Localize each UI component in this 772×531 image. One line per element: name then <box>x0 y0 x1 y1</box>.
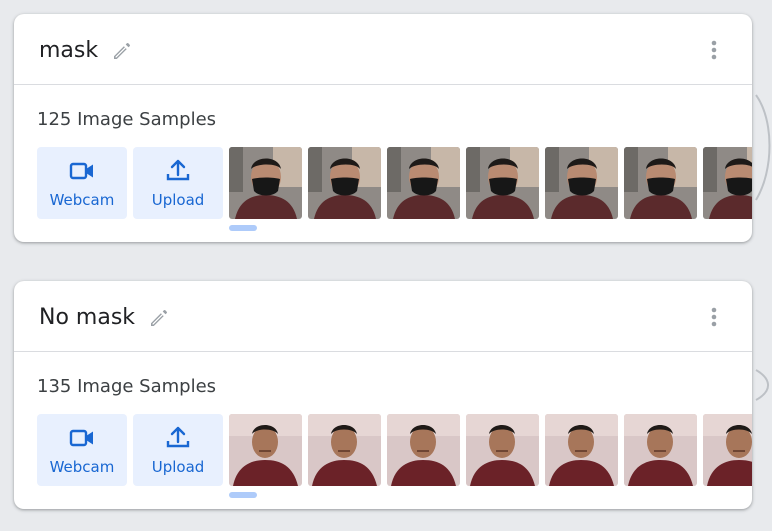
webcam-button-label: Webcam <box>49 191 115 209</box>
class-card-header: mask <box>14 14 752 85</box>
sample-thumbnails[interactable] <box>229 414 752 486</box>
class-name-text: No mask <box>39 305 136 330</box>
webcam-button[interactable]: Webcam <box>37 147 127 219</box>
videocam-icon <box>69 162 93 180</box>
class-card-no-mask: No mask 135 Image Samples Webcam Upload <box>14 281 752 509</box>
sample-thumbnail[interactable] <box>703 414 752 486</box>
class-name-title[interactable]: No mask <box>39 305 171 330</box>
sample-thumbnail[interactable] <box>229 147 302 219</box>
more-vert-icon[interactable] <box>704 38 724 62</box>
sample-thumbnail[interactable] <box>229 414 302 486</box>
upload-button[interactable]: Upload <box>133 414 223 486</box>
sample-count: 135 Image Samples <box>37 376 217 397</box>
thumbnail-scroll-indicator[interactable] <box>229 225 257 231</box>
sample-thumbnail[interactable] <box>624 147 697 219</box>
sample-thumbnail[interactable] <box>308 414 381 486</box>
class-card-mask: mask 125 Image Samples Webcam Upload <box>14 14 752 242</box>
sample-thumbnail[interactable] <box>545 414 618 486</box>
sample-thumbnail[interactable] <box>624 414 697 486</box>
edit-pencil-icon[interactable] <box>147 306 171 330</box>
edit-pencil-icon[interactable] <box>110 39 134 63</box>
class-card-body: 125 Image Samples Webcam Upload <box>14 85 752 242</box>
sample-thumbnail[interactable] <box>703 147 752 219</box>
sample-thumbnail[interactable] <box>308 147 381 219</box>
videocam-icon <box>69 429 93 447</box>
sample-thumbnail[interactable] <box>387 414 460 486</box>
class-card-header: No mask <box>14 281 752 352</box>
sample-thumbnails[interactable] <box>229 147 752 219</box>
webcam-button[interactable]: Webcam <box>37 414 127 486</box>
thumbnail-scroll-indicator[interactable] <box>229 492 257 498</box>
webcam-button-label: Webcam <box>49 458 115 476</box>
sample-thumbnail[interactable] <box>545 147 618 219</box>
sample-thumbnail[interactable] <box>466 147 539 219</box>
upload-icon <box>166 426 190 448</box>
upload-icon <box>166 159 190 181</box>
class-name-text: mask <box>39 38 99 63</box>
upload-button[interactable]: Upload <box>133 147 223 219</box>
upload-button-label: Upload <box>151 191 205 209</box>
sample-count: 125 Image Samples <box>37 109 217 130</box>
sample-thumbnail[interactable] <box>466 414 539 486</box>
sample-thumbnail[interactable] <box>387 147 460 219</box>
more-vert-icon[interactable] <box>704 305 724 329</box>
class-card-body: 135 Image Samples Webcam Upload <box>14 352 752 509</box>
class-name-title[interactable]: mask <box>39 38 134 63</box>
upload-button-label: Upload <box>151 458 205 476</box>
